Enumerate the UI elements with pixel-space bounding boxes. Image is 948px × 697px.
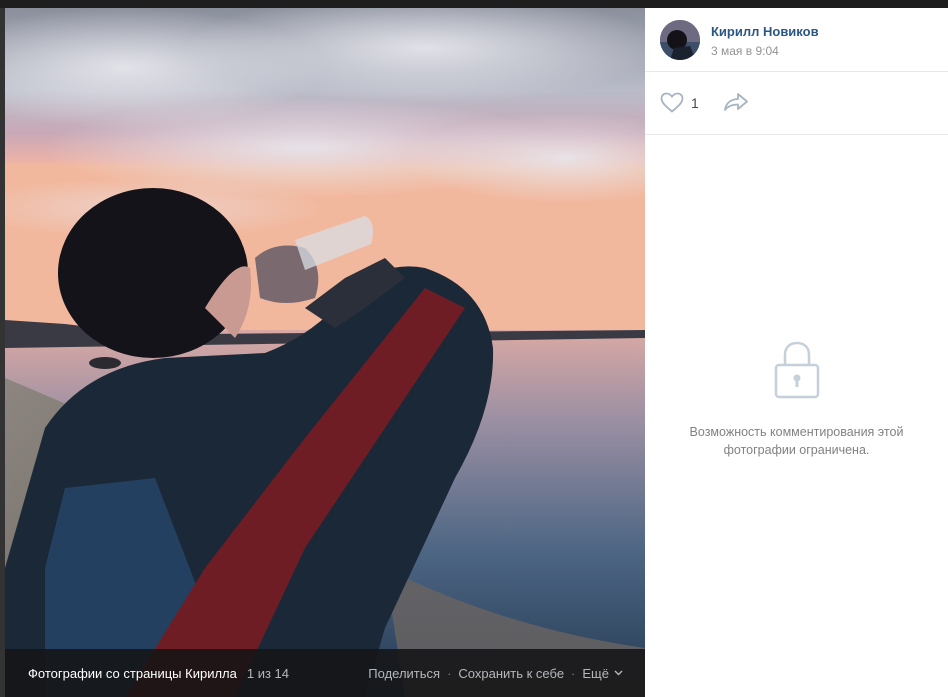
album-title[interactable]: Фотографии со страницы Кирилла xyxy=(28,666,237,681)
post-date[interactable]: 3 мая в 9:04 xyxy=(711,44,779,58)
avatar-image xyxy=(660,20,700,60)
share-button[interactable] xyxy=(723,92,749,117)
photo-image xyxy=(5,8,645,697)
heart-icon xyxy=(660,92,684,113)
lock-icon xyxy=(774,341,819,399)
top-strip xyxy=(0,0,948,8)
avatar[interactable] xyxy=(660,20,700,60)
separator: · xyxy=(571,665,576,681)
like-count: 1 xyxy=(691,94,699,111)
comments-restricted: Возможность комментирования этой фотогра… xyxy=(645,338,948,459)
photo-bottom-bar: Фотографии со страницы Кирилла 1 из 14 П… xyxy=(5,649,645,697)
separator: · xyxy=(447,665,452,681)
photo[interactable]: Фотографии со страницы Кирилла 1 из 14 П… xyxy=(5,8,645,697)
like-button[interactable]: 1 xyxy=(660,92,699,113)
more-menu-button[interactable]: Ещё xyxy=(582,666,623,681)
photo-sidebar: Кирилл Новиков 3 мая в 9:04 1 Возможност… xyxy=(645,8,948,697)
photo-viewer: Фотографии со страницы Кирилла 1 из 14 П… xyxy=(0,0,948,697)
restricted-message: Возможность комментирования этой фотогра… xyxy=(689,425,904,457)
author-name-link[interactable]: Кирилл Новиков xyxy=(711,24,819,39)
photo-counter: 1 из 14 xyxy=(246,665,290,681)
save-to-self-link[interactable]: Сохранить к себе xyxy=(458,666,564,681)
photo-actions: Поделиться · Сохранить к себе · Ещё xyxy=(368,666,623,681)
more-label: Ещё xyxy=(582,665,609,681)
share-link[interactable]: Поделиться xyxy=(368,666,440,681)
author-block: Кирилл Новиков 3 мая в 9:04 xyxy=(645,8,948,72)
share-arrow-icon xyxy=(724,93,748,111)
chevron-down-icon xyxy=(614,670,623,676)
reactions-bar: 1 xyxy=(645,72,948,135)
